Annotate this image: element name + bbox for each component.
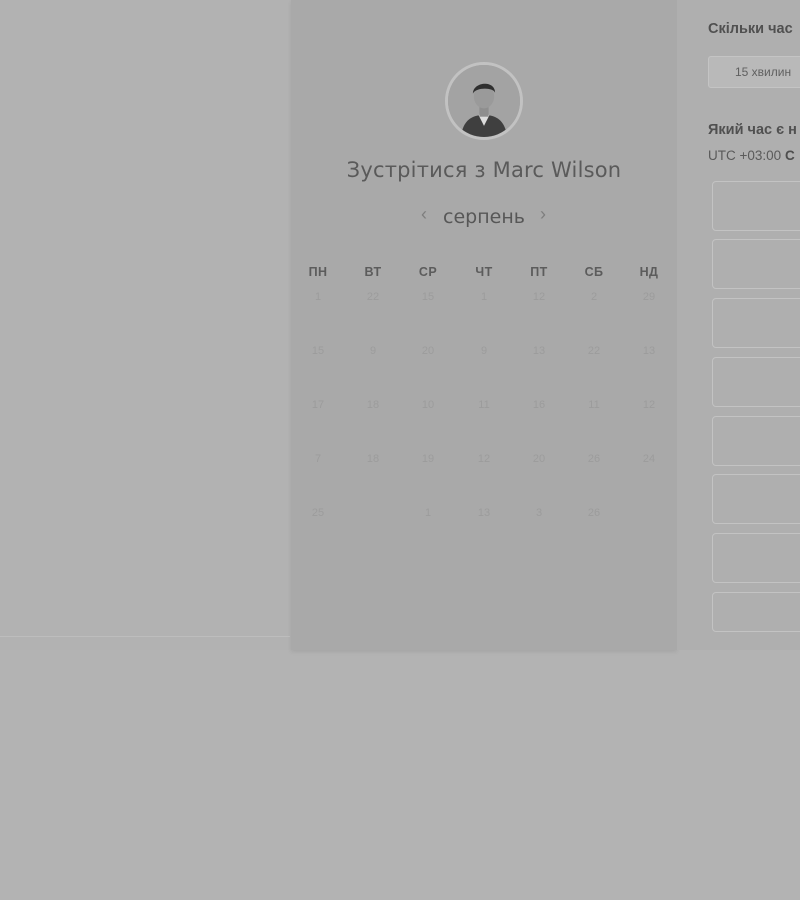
weekday-label: ВТ	[364, 265, 382, 279]
calendar-day: 12	[532, 291, 546, 303]
calendar-day: 22	[587, 345, 601, 357]
weekday-label: НД	[639, 265, 659, 279]
calendar-day: 3	[535, 507, 543, 519]
time-slot-button[interactable]	[712, 533, 800, 583]
calendar-day: 24	[642, 453, 656, 465]
calendar-day: 13	[477, 507, 491, 519]
month-navigation: ‹ серпень ›	[291, 204, 677, 232]
calendar-day: 22	[366, 291, 380, 303]
calendar-day: 26	[587, 507, 601, 519]
calendar-day: 20	[532, 453, 546, 465]
time-slot-button[interactable]	[712, 239, 800, 289]
person-photo-icon	[448, 65, 520, 137]
calendar-day: 2	[590, 291, 598, 303]
calendar-day: 17	[311, 399, 325, 411]
calendar-day	[622, 502, 676, 524]
time-slot-button[interactable]	[712, 474, 800, 524]
chevron-right-icon[interactable]: ›	[533, 204, 553, 225]
calendar-day: 9	[480, 345, 488, 357]
divider	[0, 636, 290, 637]
calendar-day: 12	[642, 399, 656, 411]
calendar-day: 15	[421, 291, 435, 303]
duration-option-button[interactable]: 15 хвилин	[708, 56, 800, 88]
timezone-label: UTC +03:00 С	[708, 148, 800, 163]
calendar-day: 16	[532, 399, 546, 411]
calendar-day	[346, 502, 400, 524]
time-slot-button[interactable]	[712, 416, 800, 466]
calendar-grid: 1 22 15 1 12 2 29 15 9 20 9 13 22 13 17 …	[291, 286, 677, 526]
timezone-value: UTC +03:00	[708, 148, 782, 163]
calendar-day: 13	[642, 345, 656, 357]
calendar-panel: Зустрітися з Marc Wilson ‹ серпень › ПН …	[291, 0, 677, 650]
calendar-day: 13	[532, 345, 546, 357]
weekday-label: ЧТ	[475, 265, 493, 279]
time-question: Який час є н	[708, 122, 797, 138]
calendar-day: 18	[366, 399, 380, 411]
calendar-day: 25	[311, 507, 325, 519]
calendar-day: 11	[588, 399, 600, 411]
calendar-day: 10	[421, 399, 435, 411]
calendar-day: 19	[421, 453, 435, 465]
time-slot-button[interactable]	[712, 357, 800, 407]
calendar-day: 15	[311, 345, 325, 357]
calendar-day: 1	[314, 291, 322, 303]
time-slot-button[interactable]	[712, 592, 800, 632]
calendar-day: 1	[424, 507, 432, 519]
time-slot-button[interactable]	[712, 298, 800, 348]
weekday-header: ПН ВТ СР ЧТ ПТ СБ НД	[291, 265, 677, 281]
calendar-day: 12	[477, 453, 491, 465]
month-label: серпень	[443, 206, 525, 228]
time-slot-button[interactable]	[712, 181, 800, 231]
calendar-day: 11	[478, 399, 490, 411]
calendar-day: 20	[421, 345, 435, 357]
calendar-day: 7	[314, 453, 322, 465]
page-title: Зустрітися з Marc Wilson	[346, 158, 622, 182]
duration-question: Скільки час	[708, 21, 793, 37]
calendar-day: 9	[369, 345, 377, 357]
timezone-name: С	[784, 148, 795, 163]
calendar-day: 18	[366, 453, 380, 465]
booking-panel: Скільки час 15 хвилин Який час є н UTC +…	[677, 0, 800, 650]
weekday-label: СБ	[584, 265, 604, 279]
calendar-day: 26	[587, 453, 601, 465]
weekday-label: ПТ	[530, 265, 548, 279]
avatar	[445, 62, 523, 140]
calendar-day: 29	[642, 291, 656, 303]
weekday-label: ПН	[308, 265, 328, 279]
weekday-label: СР	[418, 265, 438, 279]
calendar-day: 1	[480, 291, 488, 303]
